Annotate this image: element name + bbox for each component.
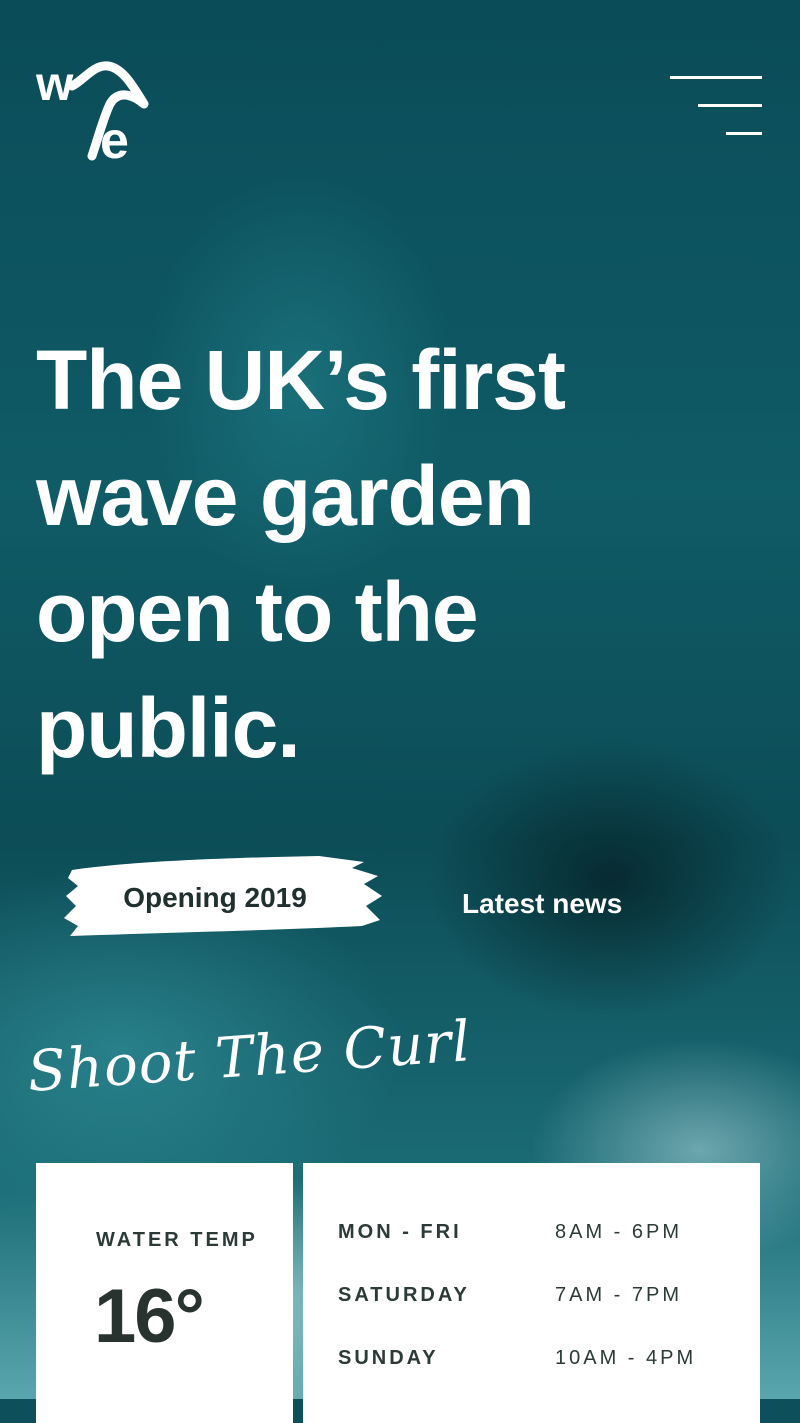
hours-day: MON - FRI [338,1221,462,1243]
water-temp-card: WATER TEMP 16° [36,1163,293,1423]
wave-logo-icon: w e [35,58,149,170]
hours-time: 7AM - 7PM [555,1284,683,1306]
hamburger-menu-icon [670,76,762,79]
menu-button[interactable] [668,76,762,138]
hero-headline: The UK’s first wave garden open to the p… [36,333,566,775]
opening-2019-button[interactable]: Opening 2019 [64,856,384,940]
hours-row: MON - FRI 8AM - 6PM [338,1221,740,1251]
cta-label: Opening 2019 [123,882,307,913]
hours-day: SUNDAY [338,1347,439,1369]
menu-line [726,132,762,135]
wave-logo[interactable]: w e [35,58,156,170]
hours-time: 8AM - 6PM [555,1221,683,1243]
water-temp-value: 16° [94,1274,205,1359]
latest-news-link[interactable]: Latest news [462,888,622,920]
hours-time: 10AM - 4PM [555,1347,697,1369]
water-temp-label: WATER TEMP [96,1229,258,1251]
opening-hours-card: MON - FRI 8AM - 6PM SATURDAY 7AM - 7PM S… [303,1163,760,1423]
hours-row: SUNDAY 10AM - 4PM [338,1347,740,1377]
menu-line [698,104,762,107]
hours-row: SATURDAY 7AM - 7PM [338,1284,740,1314]
hours-day: SATURDAY [338,1284,470,1306]
